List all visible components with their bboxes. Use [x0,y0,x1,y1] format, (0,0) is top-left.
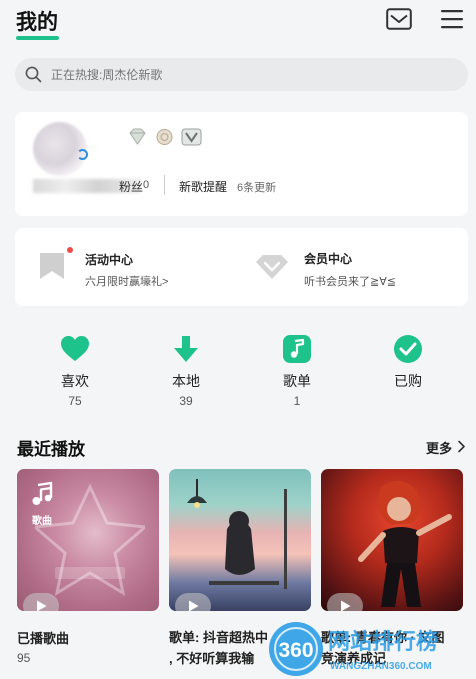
search-input[interactable] [51,58,451,91]
quick-link-count: 1 [293,394,301,408]
quick-link-label: 已购 [394,373,422,389]
play-icon [37,600,47,611]
more-link[interactable]: 更多 [426,438,452,457]
avatar-badge [77,149,88,160]
vip-center-title[interactable]: 会员中心 [304,250,352,267]
header: 我的 [0,0,476,50]
music-note-icon [32,481,53,505]
check-icon [394,335,422,363]
watermark-number: 360 [278,639,313,662]
tile-badge-label: 歌曲 [32,516,52,527]
vip-badge-icon[interactable] [181,128,202,146]
quick-link-purchased[interactable]: 已购 [378,334,438,394]
watermark-site: WANGZHAN360.COM [330,661,432,672]
cover-art [187,479,287,589]
watermark-title: 网站排行榜 [328,629,438,655]
recent-section-title: 最近播放 [17,440,85,459]
diamond-icon [256,255,288,279]
quick-link-count: 75 [68,394,82,408]
recent-tile-playlist-youth[interactable] [321,469,463,611]
play-icon [341,600,351,611]
page-title: 我的 [16,11,58,34]
quick-link-label: 喜欢 [61,373,89,389]
bookmark-icon [40,253,64,279]
cover-art [358,480,452,607]
chevron-right-icon[interactable] [457,440,466,453]
level-badges [127,128,202,146]
menu-icon[interactable] [440,8,464,30]
quick-link-label: 本地 [172,373,200,389]
notification-dot [67,247,73,253]
mail-icon[interactable] [386,8,412,30]
quick-link-playlists[interactable]: 歌单 1 [267,334,327,408]
title-underline [16,36,59,40]
fans-count: 0 [143,179,150,191]
recent-tile-playlist-douyin[interactable] [169,469,311,611]
activity-center-title[interactable]: 活动中心 [85,251,133,268]
recent-tile-played-songs[interactable]: 歌曲 [17,469,159,611]
play-button[interactable] [23,593,59,611]
tile-count: 95 [17,651,31,665]
play-icon [189,600,199,611]
watermark-logo: 360 网站排行榜 WANGZHAN360.COM [269,622,438,676]
diamond-badge-icon[interactable] [127,128,148,146]
divider [164,175,165,195]
quick-link-local[interactable]: 本地 39 [156,334,216,408]
play-button[interactable] [175,593,211,611]
heart-icon [61,336,89,361]
search-icon [25,66,42,83]
music-note-icon [283,335,311,363]
profile-card[interactable]: 粉丝 0 新歌提醒 6条更新 [15,112,468,216]
new-songs-count: 6条更新 [237,182,277,194]
new-songs-reminder[interactable]: 新歌提醒 [179,178,227,195]
tile-title[interactable]: 已播歌曲 [17,628,69,649]
activity-card: 活动中心 六月限时赢壕礼> 会员中心 听书会员来了≧∀≦ [15,228,468,306]
play-button[interactable] [327,593,363,611]
quick-link-label: 歌单 [283,373,311,389]
fans-label[interactable]: 粉丝 [119,178,143,195]
activity-center-subtitle[interactable]: 六月限时赢壕礼> [85,273,168,289]
vip-center-subtitle[interactable]: 听书会员来了≧∀≦ [304,273,396,289]
download-icon [174,336,198,362]
quick-link-favorites[interactable]: 喜欢 75 [45,334,105,408]
quick-link-count: 39 [179,394,193,408]
search-bar[interactable] [15,58,468,91]
medal-badge-icon[interactable] [154,128,175,146]
